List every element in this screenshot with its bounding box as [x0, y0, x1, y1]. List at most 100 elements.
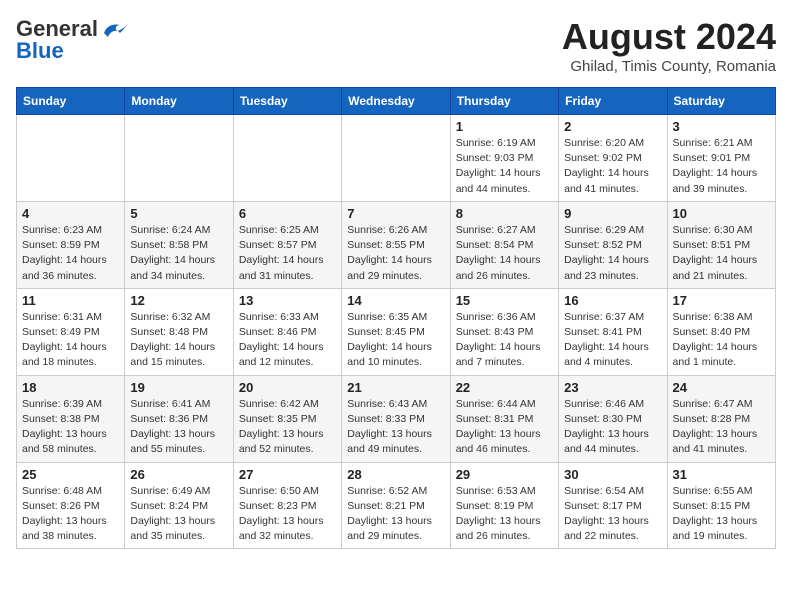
day-number: 20 — [239, 380, 336, 395]
day-info: Sunrise: 6:46 AMSunset: 8:30 PMDaylight:… — [564, 397, 661, 458]
calendar-cell: 4Sunrise: 6:23 AMSunset: 8:59 PMDaylight… — [17, 201, 125, 288]
day-number: 29 — [456, 467, 553, 482]
weekday-header-thursday: Thursday — [450, 88, 558, 115]
day-info: Sunrise: 6:42 AMSunset: 8:35 PMDaylight:… — [239, 397, 336, 458]
day-number: 30 — [564, 467, 661, 482]
calendar-header-row: SundayMondayTuesdayWednesdayThursdayFrid… — [17, 88, 776, 115]
day-info: Sunrise: 6:54 AMSunset: 8:17 PMDaylight:… — [564, 484, 661, 545]
day-info: Sunrise: 6:55 AMSunset: 8:15 PMDaylight:… — [673, 484, 770, 545]
day-number: 7 — [347, 206, 444, 221]
day-info: Sunrise: 6:33 AMSunset: 8:46 PMDaylight:… — [239, 310, 336, 371]
weekday-header-sunday: Sunday — [17, 88, 125, 115]
calendar-cell: 25 Sunrise: 6:48 AMSunset: 8:26 PMDayligh… — [17, 462, 125, 549]
day-info: Sunrise: 6:50 AMSunset: 8:23 PMDaylight:… — [239, 484, 336, 545]
day-number: 28 — [347, 467, 444, 482]
calendar-cell: 31 Sunrise: 6:55 AMSunset: 8:15 PMDayligh… — [667, 462, 775, 549]
calendar-cell — [17, 115, 125, 202]
calendar-week-row: 18 Sunrise: 6:39 AMSunset: 8:38 PMDayligh… — [17, 375, 776, 462]
calendar-cell: 23 Sunrise: 6:46 AMSunset: 8:30 PMDayligh… — [559, 375, 667, 462]
day-number: 18 — [22, 380, 119, 395]
day-number: 2 — [564, 119, 661, 134]
day-number: 13 — [239, 293, 336, 308]
calendar-cell: 26 Sunrise: 6:49 AMSunset: 8:24 PMDayligh… — [125, 462, 233, 549]
calendar-cell: 9 Sunrise: 6:29 AMSunset: 8:52 PMDaylight… — [559, 201, 667, 288]
day-info: Sunrise: 6:35 AMSunset: 8:45 PMDaylight:… — [347, 310, 444, 371]
calendar-cell: 18 Sunrise: 6:39 AMSunset: 8:38 PMDayligh… — [17, 375, 125, 462]
weekday-header-tuesday: Tuesday — [233, 88, 341, 115]
calendar-body: 1Sunrise: 6:19 AMSunset: 9:03 PMDaylight… — [17, 115, 776, 549]
calendar-cell: 3Sunrise: 6:21 AMSunset: 9:01 PMDaylight… — [667, 115, 775, 202]
day-info: Sunrise: 6:30 AMSunset: 8:51 PMDaylight:… — [673, 223, 770, 284]
day-number: 6 — [239, 206, 336, 221]
day-info: Sunrise: 6:26 AMSunset: 8:55 PMDaylight:… — [347, 223, 444, 284]
day-number: 31 — [673, 467, 770, 482]
day-info: Sunrise: 6:25 AMSunset: 8:57 PMDaylight:… — [239, 223, 336, 284]
day-number: 21 — [347, 380, 444, 395]
calendar-cell: 29Sunrise: 6:53 AMSunset: 8:19 PMDayligh… — [450, 462, 558, 549]
calendar-cell: 11 Sunrise: 6:31 AMSunset: 8:49 PMDayligh… — [17, 288, 125, 375]
day-info: Sunrise: 6:37 AMSunset: 8:41 PMDaylight:… — [564, 310, 661, 371]
day-info: Sunrise: 6:52 AMSunset: 8:21 PMDaylight:… — [347, 484, 444, 545]
day-info: Sunrise: 6:23 AMSunset: 8:59 PMDaylight:… — [22, 223, 119, 284]
month-year-title: August 2024 — [562, 16, 776, 58]
day-info: Sunrise: 6:47 AMSunset: 8:28 PMDaylight:… — [673, 397, 770, 458]
day-info: Sunrise: 6:49 AMSunset: 8:24 PMDaylight:… — [130, 484, 227, 545]
calendar-cell: 15Sunrise: 6:36 AMSunset: 8:43 PMDayligh… — [450, 288, 558, 375]
calendar-cell: 1Sunrise: 6:19 AMSunset: 9:03 PMDaylight… — [450, 115, 558, 202]
weekday-header-wednesday: Wednesday — [342, 88, 450, 115]
day-number: 17 — [673, 293, 770, 308]
day-number: 24 — [673, 380, 770, 395]
day-number: 12 — [130, 293, 227, 308]
location-subtitle: Ghilad, Timis County, Romania — [562, 58, 776, 75]
calendar-cell: 6 Sunrise: 6:25 AMSunset: 8:57 PMDaylight… — [233, 201, 341, 288]
day-number: 3 — [673, 119, 770, 134]
calendar-cell — [342, 115, 450, 202]
day-number: 22 — [456, 380, 553, 395]
day-info: Sunrise: 6:44 AMSunset: 8:31 PMDaylight:… — [456, 397, 553, 458]
day-number: 14 — [347, 293, 444, 308]
calendar-table: SundayMondayTuesdayWednesdayThursdayFrid… — [16, 87, 776, 549]
day-info: Sunrise: 6:39 AMSunset: 8:38 PMDaylight:… — [22, 397, 119, 458]
calendar-cell: 21 Sunrise: 6:43 AMSunset: 8:33 PMDayligh… — [342, 375, 450, 462]
day-number: 11 — [22, 293, 119, 308]
day-number: 19 — [130, 380, 227, 395]
day-info: Sunrise: 6:27 AMSunset: 8:54 PMDaylight:… — [456, 223, 553, 284]
calendar-cell: 24 Sunrise: 6:47 AMSunset: 8:28 PMDayligh… — [667, 375, 775, 462]
calendar-cell: 13 Sunrise: 6:33 AMSunset: 8:46 PMDayligh… — [233, 288, 341, 375]
day-info: Sunrise: 6:29 AMSunset: 8:52 PMDaylight:… — [564, 223, 661, 284]
logo: General Blue — [16, 16, 128, 64]
calendar-cell: 20 Sunrise: 6:42 AMSunset: 8:35 PMDayligh… — [233, 375, 341, 462]
day-number: 26 — [130, 467, 227, 482]
title-block: August 2024 Ghilad, Timis County, Romani… — [562, 16, 776, 75]
day-number: 15 — [456, 293, 553, 308]
page-header: General Blue August 2024 Ghilad, Timis C… — [16, 16, 776, 75]
calendar-cell: 17 Sunrise: 6:38 AMSunset: 8:40 PMDayligh… — [667, 288, 775, 375]
day-number: 10 — [673, 206, 770, 221]
calendar-cell: 22 Sunrise: 6:44 AMSunset: 8:31 PMDayligh… — [450, 375, 558, 462]
day-number: 5 — [130, 206, 227, 221]
calendar-cell: 14 Sunrise: 6:35 AMSunset: 8:45 PMDayligh… — [342, 288, 450, 375]
calendar-cell: 2Sunrise: 6:20 AMSunset: 9:02 PMDaylight… — [559, 115, 667, 202]
day-number: 1 — [456, 119, 553, 134]
day-info: Sunrise: 6:48 AMSunset: 8:26 PMDaylight:… — [22, 484, 119, 545]
day-number: 23 — [564, 380, 661, 395]
calendar-cell: 16Sunrise: 6:37 AMSunset: 8:41 PMDayligh… — [559, 288, 667, 375]
calendar-week-row: 11 Sunrise: 6:31 AMSunset: 8:49 PMDayligh… — [17, 288, 776, 375]
calendar-cell: 27Sunrise: 6:50 AMSunset: 8:23 PMDayligh… — [233, 462, 341, 549]
day-info: Sunrise: 6:41 AMSunset: 8:36 PMDaylight:… — [130, 397, 227, 458]
day-info: Sunrise: 6:38 AMSunset: 8:40 PMDaylight:… — [673, 310, 770, 371]
day-number: 8 — [456, 206, 553, 221]
calendar-cell: 8 Sunrise: 6:27 AMSunset: 8:54 PMDaylight… — [450, 201, 558, 288]
day-info: Sunrise: 6:31 AMSunset: 8:49 PMDaylight:… — [22, 310, 119, 371]
calendar-cell: 12 Sunrise: 6:32 AMSunset: 8:48 PMDayligh… — [125, 288, 233, 375]
day-info: Sunrise: 6:24 AMSunset: 8:58 PMDaylight:… — [130, 223, 227, 284]
day-info: Sunrise: 6:43 AMSunset: 8:33 PMDaylight:… — [347, 397, 444, 458]
weekday-header-monday: Monday — [125, 88, 233, 115]
day-info: Sunrise: 6:32 AMSunset: 8:48 PMDaylight:… — [130, 310, 227, 371]
day-number: 9 — [564, 206, 661, 221]
day-number: 25 — [22, 467, 119, 482]
logo-bird-icon — [100, 19, 128, 39]
calendar-cell: 10 Sunrise: 6:30 AMSunset: 8:51 PMDayligh… — [667, 201, 775, 288]
calendar-cell: 5 Sunrise: 6:24 AMSunset: 8:58 PMDaylight… — [125, 201, 233, 288]
calendar-cell — [125, 115, 233, 202]
